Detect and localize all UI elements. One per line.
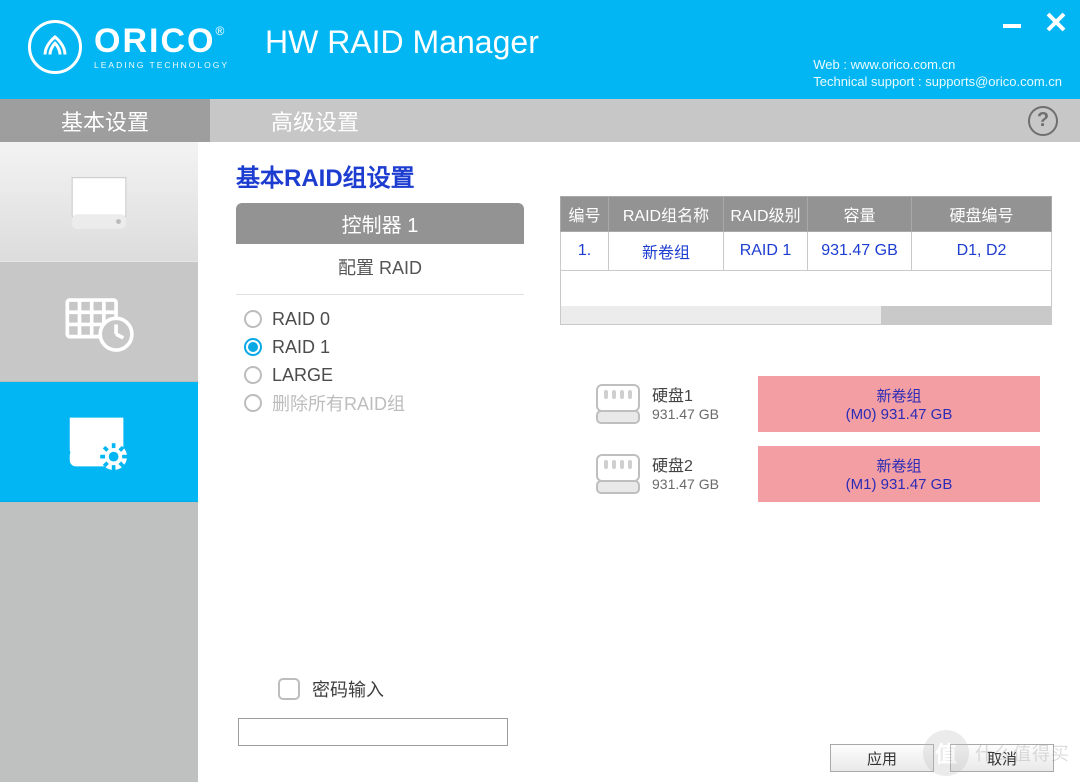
- radio-label: RAID 1: [272, 337, 330, 358]
- horizontal-scrollbar[interactable]: [561, 306, 1051, 324]
- radio-large[interactable]: LARGE: [244, 361, 524, 389]
- radio-raid1[interactable]: RAID 1: [244, 333, 524, 361]
- sidebar-item-raid-config[interactable]: [0, 382, 198, 502]
- sidebar-item-disk[interactable]: [0, 142, 198, 262]
- table-header-row: 编号 RAID组名称 RAID级别 容量 硬盘编号: [561, 197, 1052, 232]
- cell-level: RAID 1: [724, 232, 808, 271]
- brand-name: ORICO: [94, 22, 215, 60]
- disk-volume[interactable]: 新卷组(M1) 931.47 GB: [758, 446, 1040, 502]
- radio-icon: [244, 338, 262, 356]
- contact-web: Web : www.orico.com.cn: [813, 56, 1062, 74]
- radio-icon: [244, 394, 262, 412]
- disk-card: 硬盘1931.47 GB 新卷组(M0) 931.47 GB: [588, 376, 1040, 432]
- col-index: 编号: [561, 197, 609, 232]
- table-blank-area: [560, 271, 1052, 325]
- apply-button[interactable]: 应用: [830, 744, 934, 772]
- titlebar: ORICO® LEADING TECHNOLOGY HW RAID Manage…: [0, 0, 1080, 99]
- col-name: RAID组名称: [609, 197, 724, 232]
- col-disks: 硬盘编号: [912, 197, 1052, 232]
- sidebar: [0, 142, 198, 782]
- config-panel: 控制器 1 配置 RAID RAID 0 RAID 1 LARGE 删除所有RA…: [236, 203, 524, 417]
- col-level: RAID级别: [724, 197, 808, 232]
- radio-icon: [244, 366, 262, 384]
- volume-name: 新卷组: [876, 455, 921, 476]
- controller-header: 控制器 1: [236, 203, 524, 244]
- password-checkbox[interactable]: [278, 678, 300, 700]
- cell-name: 新卷组: [609, 232, 724, 271]
- section-title: 基本RAID组设置: [236, 158, 1054, 193]
- brand-tagline: LEADING TECHNOLOGY: [94, 60, 229, 70]
- hdd-icon: [588, 376, 648, 432]
- raid-table: 编号 RAID组名称 RAID级别 容量 硬盘编号 1. 新卷组 RAID 1 …: [560, 196, 1052, 325]
- password-input[interactable]: [238, 718, 508, 746]
- password-row: 密码输入: [278, 676, 384, 702]
- sidebar-item-schedule[interactable]: [0, 262, 198, 382]
- radio-icon: [244, 310, 262, 328]
- cancel-button[interactable]: 取消: [950, 744, 1054, 772]
- tab-advanced[interactable]: 高级设置: [210, 99, 420, 142]
- hdd-icon: [588, 446, 648, 502]
- table-row[interactable]: 1. 新卷组 RAID 1 931.47 GB D1, D2: [561, 232, 1052, 271]
- main-tabs: 基本设置 高级设置 ?: [0, 99, 1080, 142]
- cell-index: 1.: [561, 232, 609, 271]
- contact-support: Technical support : supports@orico.com.c…: [813, 73, 1062, 91]
- disk-name: 硬盘1: [652, 382, 758, 406]
- content-area: 基本RAID组设置 控制器 1 配置 RAID RAID 0 RAID 1 LA…: [198, 142, 1080, 782]
- help-icon[interactable]: ?: [1028, 106, 1058, 136]
- brand-reg: ®: [215, 24, 224, 38]
- volume-detail: (M1) 931.47 GB: [846, 476, 953, 493]
- disk-volume[interactable]: 新卷组(M0) 931.47 GB: [758, 376, 1040, 432]
- brand: ORICO® LEADING TECHNOLOGY: [28, 20, 229, 74]
- disk-capacity: 931.47 GB: [652, 476, 758, 492]
- disk-card: 硬盘2931.47 GB 新卷组(M1) 931.47 GB: [588, 446, 1040, 502]
- disk-name: 硬盘2: [652, 452, 758, 476]
- password-label: 密码输入: [312, 676, 384, 702]
- col-capacity: 容量: [808, 197, 912, 232]
- cell-capacity: 931.47 GB: [808, 232, 912, 271]
- disk-list: 硬盘1931.47 GB 新卷组(M0) 931.47 GB 硬盘2931.47…: [588, 376, 1040, 502]
- radio-label: LARGE: [272, 365, 333, 386]
- volume-detail: (M0) 931.47 GB: [846, 406, 953, 423]
- brand-logo-icon: [28, 20, 82, 74]
- radio-label: 删除所有RAID组: [272, 390, 405, 416]
- contact-info: Web : www.orico.com.cn Technical support…: [813, 56, 1062, 91]
- app-title: HW RAID Manager: [265, 24, 539, 61]
- controller-subtitle: 配置 RAID: [236, 244, 524, 295]
- tab-basic[interactable]: 基本设置: [0, 99, 210, 142]
- radio-label: RAID 0: [272, 309, 330, 330]
- radio-delete-all: 删除所有RAID组: [244, 389, 524, 417]
- disk-capacity: 931.47 GB: [652, 406, 758, 422]
- minimize-button[interactable]: [998, 8, 1026, 36]
- close-button[interactable]: [1042, 8, 1070, 36]
- volume-name: 新卷组: [876, 385, 921, 406]
- raid-options: RAID 0 RAID 1 LARGE 删除所有RAID组: [236, 295, 524, 417]
- cell-disks: D1, D2: [912, 232, 1052, 271]
- radio-raid0[interactable]: RAID 0: [244, 305, 524, 333]
